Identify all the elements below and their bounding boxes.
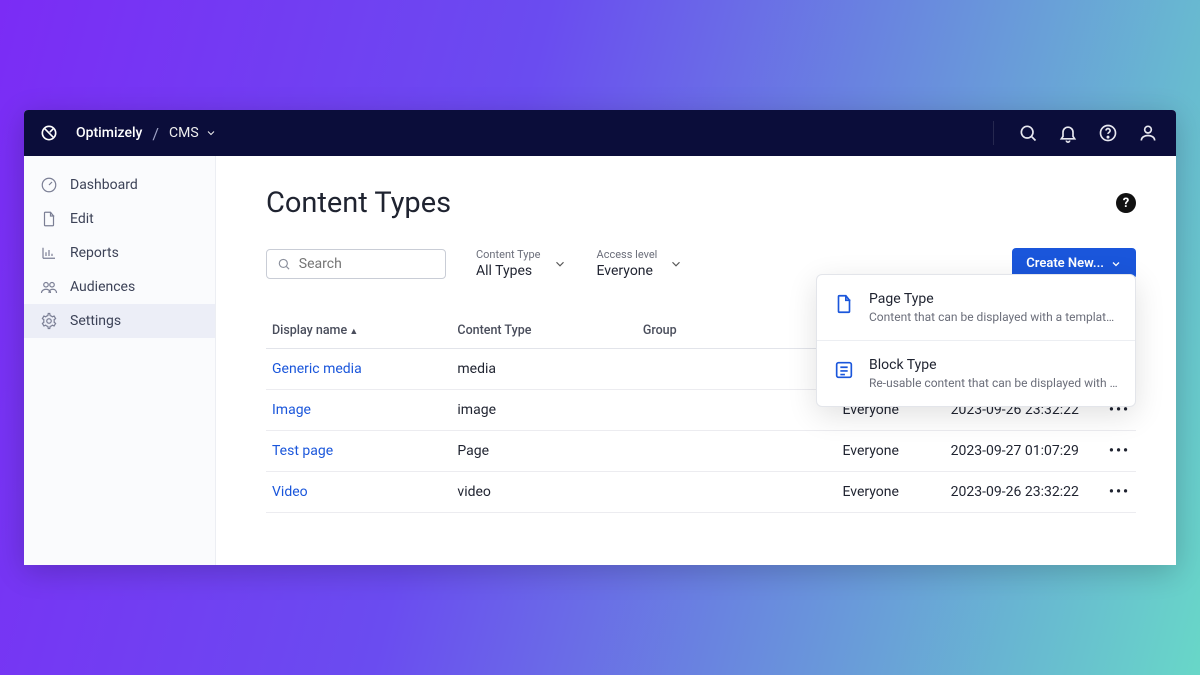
- sidebar-item-dashboard[interactable]: Dashboard: [24, 168, 215, 202]
- col-display-name[interactable]: Display name: [266, 313, 451, 349]
- sidebar-item-audiences[interactable]: Audiences: [24, 270, 215, 304]
- block-icon: [833, 359, 855, 381]
- sidebar-item-label: Audiences: [70, 279, 135, 295]
- filter-content-type[interactable]: Content Type All Types: [476, 248, 567, 279]
- chevron-down-icon: [1110, 258, 1122, 270]
- row-group: [637, 390, 837, 431]
- sidebar-item-label: Dashboard: [70, 177, 138, 193]
- page-help-icon[interactable]: ?: [1116, 193, 1136, 213]
- row-name[interactable]: Generic media: [266, 349, 451, 390]
- sidebar: Dashboard Edit Reports Audiences Setting…: [24, 156, 216, 565]
- topbar-divider: [993, 121, 994, 145]
- gauge-icon: [40, 176, 58, 194]
- dropdown-item-title: Block Type: [869, 357, 1119, 373]
- help-icon[interactable]: [1098, 123, 1118, 143]
- filter-value: All Types: [476, 263, 541, 279]
- chevron-down-icon: [669, 257, 683, 271]
- filter-label: Access level: [597, 248, 658, 261]
- filter-access-level[interactable]: Access level Everyone: [597, 248, 684, 279]
- breadcrumb-label: CMS: [169, 125, 199, 141]
- row-type: Page: [451, 431, 636, 472]
- table-row: Test pagePage Everyone2023-09-27 01:07:29…: [266, 431, 1136, 472]
- filter-label: Content Type: [476, 248, 541, 261]
- row-group: [637, 472, 837, 513]
- search-icon: [277, 256, 291, 272]
- row-created: 2023-09-27 01:07:29: [936, 431, 1093, 472]
- row-actions-icon[interactable]: •••: [1093, 431, 1136, 472]
- row-name[interactable]: Video: [266, 472, 451, 513]
- user-icon[interactable]: [1138, 123, 1158, 143]
- col-group[interactable]: Group: [637, 313, 837, 349]
- col-content-type[interactable]: Content Type: [451, 313, 636, 349]
- sidebar-item-reports[interactable]: Reports: [24, 236, 215, 270]
- sidebar-item-settings[interactable]: Settings: [24, 304, 215, 338]
- topbar: Optimizely / CMS: [24, 110, 1176, 156]
- dropdown-item-page-type[interactable]: Page Type Content that can be displayed …: [817, 275, 1135, 340]
- dropdown-item-desc: Re-usable content that can be displayed …: [869, 376, 1119, 390]
- page-title: Content Types: [266, 186, 451, 220]
- document-icon: [40, 210, 58, 228]
- main-content: Content Types ? Content Type All Types A…: [216, 156, 1176, 565]
- dropdown-item-title: Page Type: [869, 291, 1119, 307]
- table-row: Videovideo Everyone2023-09-26 23:32:22•••: [266, 472, 1136, 513]
- bell-icon[interactable]: [1058, 123, 1078, 143]
- chevron-down-icon: [205, 127, 217, 139]
- dropdown-item-block-type[interactable]: Block Type Re-usable content that can be…: [817, 340, 1135, 406]
- row-actions-icon[interactable]: •••: [1093, 472, 1136, 513]
- dropdown-item-desc: Content that can be displayed with a tem…: [869, 310, 1119, 324]
- filter-value: Everyone: [597, 263, 658, 279]
- search-input-wrapper[interactable]: [266, 249, 446, 279]
- row-type: media: [451, 349, 636, 390]
- create-new-label: Create New...: [1026, 256, 1104, 271]
- row-group: [637, 431, 837, 472]
- sidebar-item-label: Settings: [70, 313, 121, 329]
- brand-logo-icon: [36, 120, 62, 146]
- row-access: Everyone: [836, 431, 936, 472]
- search-input[interactable]: [299, 256, 435, 272]
- brand-name: Optimizely: [76, 125, 142, 141]
- create-new-dropdown: Page Type Content that can be displayed …: [816, 274, 1136, 407]
- row-group: [637, 349, 837, 390]
- breadcrumb[interactable]: CMS: [169, 125, 217, 141]
- row-type: image: [451, 390, 636, 431]
- search-icon[interactable]: [1018, 123, 1038, 143]
- breadcrumb-separator: /: [152, 124, 159, 143]
- row-type: video: [451, 472, 636, 513]
- sidebar-item-label: Reports: [70, 245, 119, 261]
- sidebar-item-edit[interactable]: Edit: [24, 202, 215, 236]
- sidebar-item-label: Edit: [70, 211, 94, 227]
- chevron-down-icon: [553, 257, 567, 271]
- row-access: Everyone: [836, 472, 936, 513]
- users-icon: [40, 278, 58, 296]
- chart-icon: [40, 244, 58, 262]
- page-icon: [833, 293, 855, 315]
- row-name[interactable]: Test page: [266, 431, 451, 472]
- gear-icon: [40, 312, 58, 330]
- row-name[interactable]: Image: [266, 390, 451, 431]
- row-created: 2023-09-26 23:32:22: [936, 472, 1093, 513]
